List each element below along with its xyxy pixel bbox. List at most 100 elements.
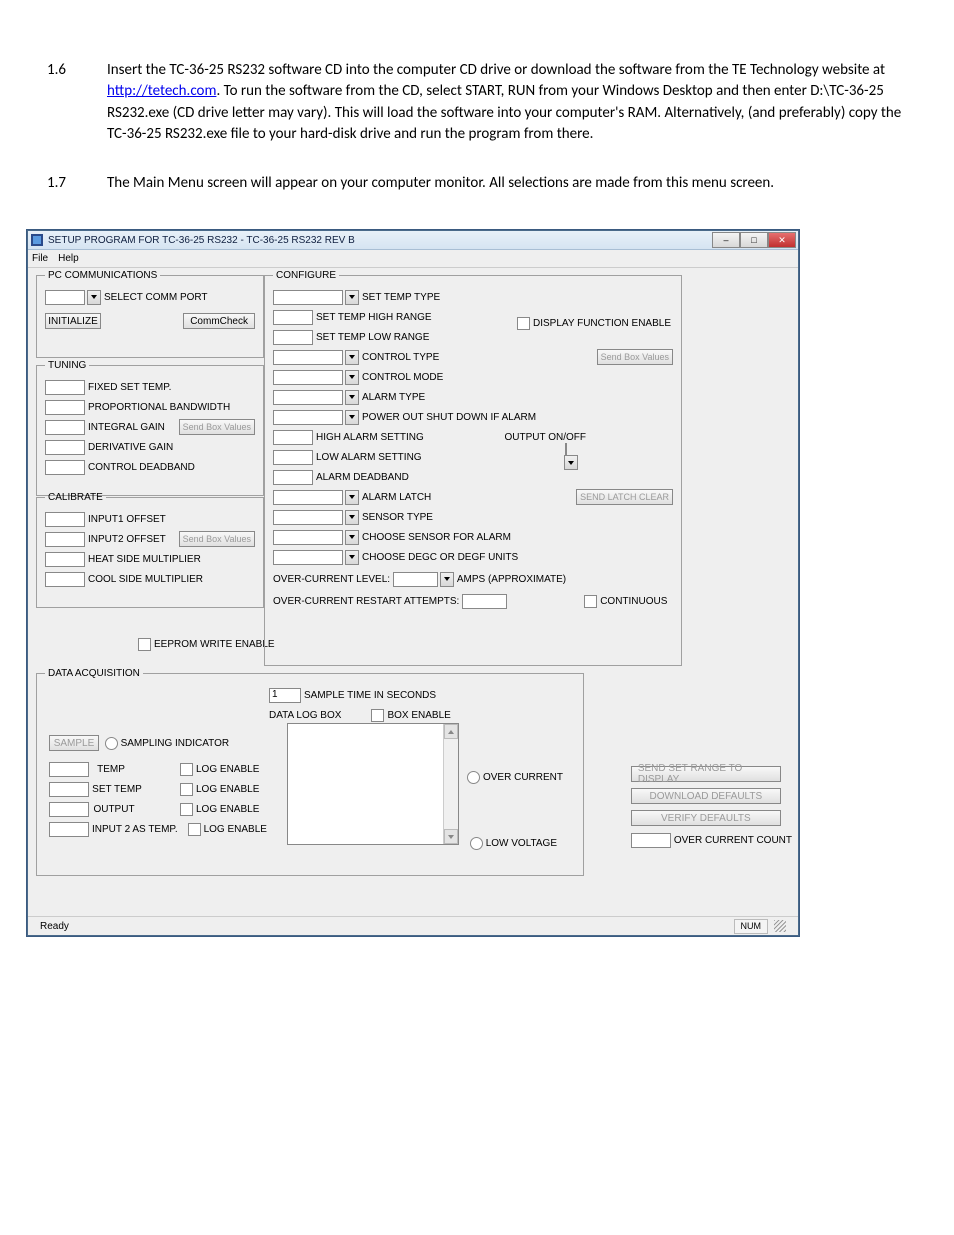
menu-file[interactable]: File (32, 253, 48, 264)
alarm-latch-label: ALARM LATCH (362, 492, 431, 503)
cal-send-button[interactable]: Send Box Values (179, 531, 255, 547)
tuning-send-button[interactable]: Send Box Values (179, 419, 255, 435)
control-mode-dd-icon[interactable] (345, 370, 359, 385)
over-current-radio[interactable] (467, 771, 480, 784)
oc-restart-field[interactable] (462, 594, 507, 609)
step-body: The Main Menu screen will appear on your… (107, 173, 907, 194)
menu-help[interactable]: Help (58, 253, 79, 264)
temp-log-checkbox[interactable] (180, 763, 193, 776)
alarm-latch-field[interactable] (273, 490, 343, 505)
power-out-dd-icon[interactable] (345, 410, 359, 425)
sampling-indicator-radio[interactable] (105, 737, 118, 750)
set-temp-type-field[interactable] (273, 290, 343, 305)
control-type-field[interactable] (273, 350, 343, 365)
control-mode-field[interactable] (273, 370, 343, 385)
in1-offset-field[interactable] (45, 512, 85, 527)
app-icon (30, 233, 44, 247)
int-gain-field[interactable] (45, 420, 85, 435)
set-temp-type-dd-icon[interactable] (345, 290, 359, 305)
output-onoff-field[interactable] (565, 443, 567, 456)
settemp-log-checkbox[interactable] (180, 783, 193, 796)
pc-comm-group: PC COMMUNICATIONS SELECT COMM PORT INITI… (36, 270, 264, 358)
power-out-label: POWER OUT SHUT DOWN IF ALARM (362, 412, 536, 423)
in2temp-log-checkbox[interactable] (188, 823, 201, 836)
deadband-label: CONTROL DEADBAND (88, 462, 195, 473)
oc-level-label: OVER-CURRENT LEVEL: (273, 574, 390, 585)
calibrate-legend: CALIBRATE (45, 492, 106, 503)
log-enable-label: LOG ENABLE (196, 804, 259, 815)
der-gain-label: DERIVATIVE GAIN (88, 442, 173, 453)
low-alarm-field[interactable] (273, 450, 313, 465)
send-set-range-button[interactable]: SEND SET RANGE TO DISPLAY (631, 766, 781, 782)
temp-field[interactable] (49, 762, 89, 777)
tetech-link[interactable]: http://tetech.com (107, 82, 216, 100)
sample-button[interactable]: SAMPLE (49, 735, 99, 751)
heat-mult-field[interactable] (45, 552, 85, 567)
choose-sensor-dd-icon[interactable] (345, 530, 359, 545)
alarm-latch-dd-icon[interactable] (345, 490, 359, 505)
sample-time-field[interactable]: 1 (269, 688, 301, 703)
settemp-field[interactable] (49, 782, 89, 797)
configure-group: CONFIGURE SET TEMP TYPE SET TEMP HIGH RA… (264, 270, 682, 666)
cool-mult-field[interactable] (45, 572, 85, 587)
comm-port-dropdown-icon[interactable] (87, 290, 101, 305)
set-low-field[interactable] (273, 330, 313, 345)
high-alarm-label: HIGH ALARM SETTING (316, 432, 424, 443)
in2temp-field[interactable] (49, 822, 89, 837)
eeprom-checkbox[interactable] (138, 638, 151, 651)
tuning-group: TUNING FIXED SET TEMP. PROPORTIONAL BAND… (36, 360, 264, 496)
choose-units-dd-icon[interactable] (345, 550, 359, 565)
high-alarm-field[interactable] (273, 430, 313, 445)
low-voltage-radio[interactable] (470, 837, 483, 850)
scroll-up-icon[interactable] (444, 724, 458, 739)
minimize-button[interactable]: – (712, 232, 740, 248)
control-type-label: CONTROL TYPE (362, 352, 439, 363)
send-latch-button[interactable]: SEND LATCH CLEAR (576, 489, 673, 505)
maximize-button[interactable]: □ (740, 232, 768, 248)
cfg-send-button[interactable]: Send Box Values (597, 349, 673, 365)
fixed-set-label: FIXED SET TEMP. (88, 382, 171, 393)
output-onoff-dd-icon[interactable] (564, 455, 578, 470)
download-defaults-button[interactable]: DOWNLOAD DEFAULTS (631, 788, 781, 804)
der-gain-field[interactable] (45, 440, 85, 455)
commcheck-button[interactable]: CommCheck (183, 313, 255, 329)
close-button[interactable]: ✕ (768, 232, 796, 248)
sensor-type-field[interactable] (273, 510, 343, 525)
oc-level-field[interactable] (393, 572, 438, 587)
sensor-type-dd-icon[interactable] (345, 510, 359, 525)
in2-label: INPUT2 OFFSET (88, 534, 166, 545)
comm-port-field[interactable] (45, 290, 85, 305)
verify-defaults-button[interactable]: VERIFY DEFAULTS (631, 810, 781, 826)
alarm-type-field[interactable] (273, 390, 343, 405)
alarm-type-dd-icon[interactable] (345, 390, 359, 405)
power-out-field[interactable] (273, 410, 343, 425)
continuous-checkbox[interactable] (584, 595, 597, 608)
amps-label: AMPS (APPROXIMATE) (457, 574, 566, 585)
data-log-box[interactable] (287, 723, 459, 845)
oc-level-dd-icon[interactable] (440, 572, 454, 587)
scroll-down-icon[interactable] (444, 829, 458, 844)
output-field[interactable] (49, 802, 89, 817)
set-high-label: SET TEMP HIGH RANGE (316, 312, 432, 323)
choose-units-field[interactable] (273, 550, 343, 565)
data-log-box-label: DATA LOG BOX (269, 710, 341, 721)
deadband-field[interactable] (45, 460, 85, 475)
alarm-db-field[interactable] (273, 470, 313, 485)
pc-comm-legend: PC COMMUNICATIONS (45, 270, 160, 281)
logbox-scrollbar[interactable] (443, 724, 458, 844)
initialize-button[interactable]: INITIALIZE (45, 313, 101, 329)
choose-sensor-field[interactable] (273, 530, 343, 545)
resize-grip-icon[interactable] (774, 920, 786, 932)
control-type-dd-icon[interactable] (345, 350, 359, 365)
fixed-set-field[interactable] (45, 380, 85, 395)
box-enable-checkbox[interactable] (371, 709, 384, 722)
sample-time-label: SAMPLE TIME IN SECONDS (304, 690, 436, 701)
display-enable-checkbox[interactable] (517, 317, 530, 330)
low-alarm-label: LOW ALARM SETTING (316, 452, 422, 463)
set-high-field[interactable] (273, 310, 313, 325)
log-enable-label: LOG ENABLE (196, 764, 259, 775)
in2-offset-field[interactable] (45, 532, 85, 547)
output-log-checkbox[interactable] (180, 803, 193, 816)
prop-bw-field[interactable] (45, 400, 85, 415)
over-current-count-field[interactable] (631, 833, 671, 848)
